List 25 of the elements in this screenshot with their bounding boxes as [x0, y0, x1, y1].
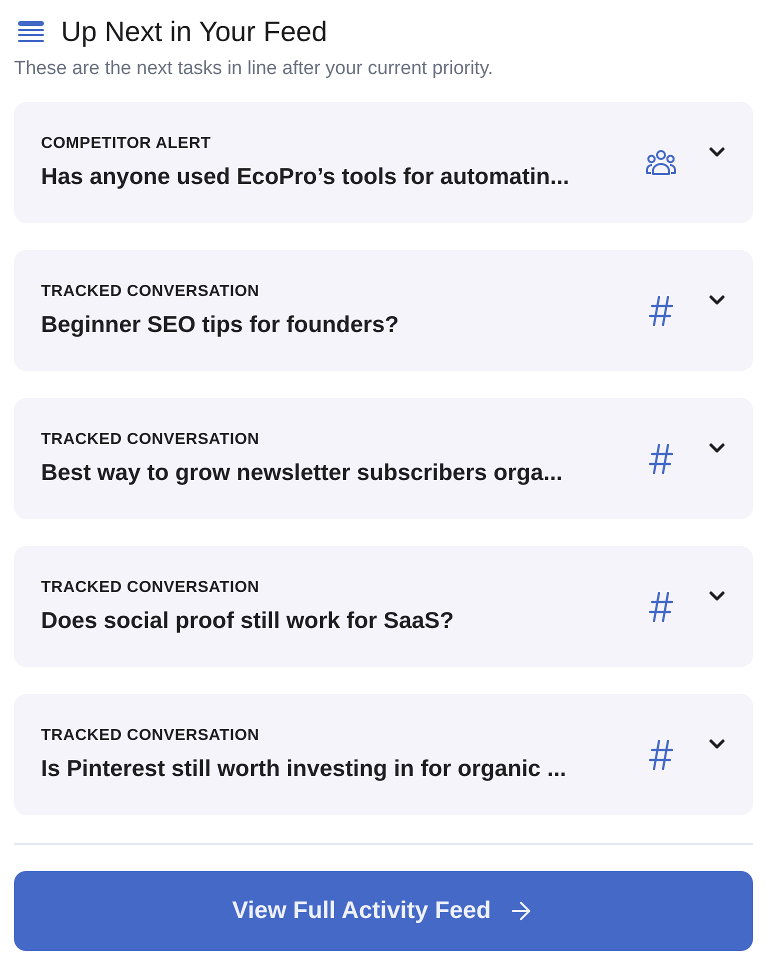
hashtag-icon: [649, 296, 673, 326]
feed-card[interactable]: TRACKED CONVERSATION Beginner SEO tips for founders?: [14, 250, 753, 371]
hashtag-icon: [649, 592, 673, 622]
item-title: Best way to grow newsletter subscribers orga...: [41, 458, 564, 487]
button-label: View Full Activity Feed: [232, 897, 491, 925]
item-title: Beginner SEO tips for founders?: [41, 310, 400, 339]
item-category: COMPETITOR ALERT: [41, 134, 212, 154]
hashtag-icon: [649, 444, 673, 474]
feed-card[interactable]: TRACKED CONVERSATION Does social proof still work for SaaS?: [14, 546, 753, 667]
view-feed-button[interactable]: View Full Activity Feed: [14, 871, 753, 951]
feed-card[interactable]: COMPETITOR ALERT Has anyone used EcoPro’s tools for automatin...: [14, 102, 753, 223]
people-group-icon: [646, 150, 676, 176]
item-category: TRACKED CONVERSATION: [41, 726, 260, 746]
item-title: Has anyone used EcoPro’s tools for automatin...: [41, 162, 570, 191]
feed-card[interactable]: TRACKED CONVERSATION Is Pinterest still worth investing in for organic ...: [14, 694, 753, 815]
section-subtitle: These are the next tasks in line after your current priority.: [14, 57, 494, 81]
item-title: Does social proof still work for SaaS?: [41, 606, 455, 635]
item-category: TRACKED CONVERSATION: [41, 282, 260, 302]
feed-card[interactable]: TRACKED CONVERSATION Best way to grow newsletter subscribers orga...: [14, 398, 753, 519]
item-category: TRACKED CONVERSATION: [41, 578, 260, 598]
section-title: Up Next in Your Feed: [61, 15, 328, 49]
hashtag-icon: [649, 740, 673, 770]
item-category: TRACKED CONVERSATION: [41, 430, 260, 450]
item-title: Is Pinterest still worth investing in for organic ...: [41, 754, 568, 783]
list-icon: [18, 21, 44, 43]
